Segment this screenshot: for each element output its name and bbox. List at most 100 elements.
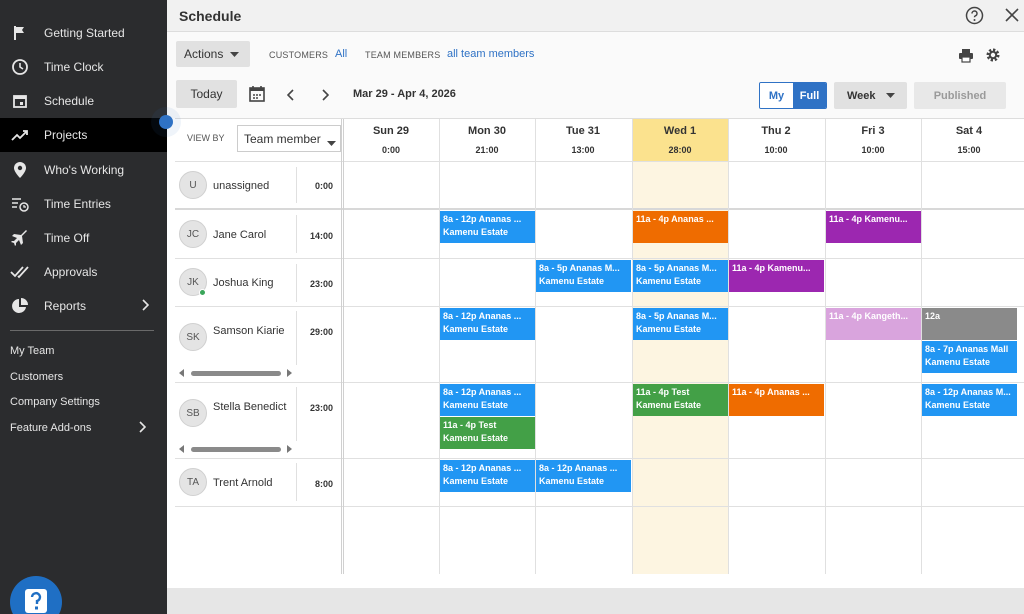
shift-block[interactable]: 8a - 5p Ananas M... Kamenu Estate xyxy=(633,308,728,340)
sidebar-item-time-clock[interactable]: Time Clock xyxy=(0,50,167,84)
shift-location: Kamenu Estate xyxy=(443,227,509,237)
sidebar-link-my-team[interactable]: My Team xyxy=(10,345,54,357)
sidebar-item-schedule[interactable]: Schedule xyxy=(0,84,167,118)
sidebar-link-company-settings[interactable]: Company Settings xyxy=(10,396,100,408)
member-row[interactable]: SK Samson Kiarie 29:00 xyxy=(175,323,341,383)
actions-button[interactable]: Actions xyxy=(176,41,250,67)
customers-label: CUSTOMERS xyxy=(269,50,329,60)
shift-block[interactable]: 11a - 4p Test Kamenu Estate xyxy=(633,384,728,416)
view-by-select[interactable]: Team member xyxy=(237,125,341,152)
sidebar-item-label: Time Clock xyxy=(44,60,104,74)
member-row[interactable]: JK Joshua King 23:00 xyxy=(175,268,341,298)
member-row[interactable]: JC Jane Carol 14:00 xyxy=(175,220,341,250)
member-hours: 23:00 xyxy=(309,279,333,289)
member-hours: 23:00 xyxy=(309,403,333,413)
sidebar-item-label: Schedule xyxy=(44,94,95,108)
member-hours: 29:00 xyxy=(309,327,333,337)
member-name: Samson Kiarie xyxy=(213,325,285,337)
shift-block[interactable]: 11a - 4p Ananas ... xyxy=(729,384,824,416)
sidebar-item-label: Time Entries xyxy=(44,197,111,211)
flag-icon xyxy=(10,23,30,43)
shift-location: Kamenu Estate xyxy=(925,400,991,410)
print-icon[interactable] xyxy=(958,48,974,68)
shift-block[interactable]: 11a - 4p Kamenu... xyxy=(826,211,921,243)
sidebar-link-feature-add-ons[interactable]: Feature Add-ons xyxy=(10,421,147,434)
shift-block[interactable]: 8a - 12p Ananas ... Kamenu Estate xyxy=(536,460,631,492)
day-header: Fri 3 10:00 xyxy=(861,125,885,155)
caret-down-icon xyxy=(885,90,895,102)
shift-title: 8a - 5p Ananas M... xyxy=(636,311,717,321)
shift-block[interactable]: 8a - 12p Ananas M... Kamenu Estate xyxy=(922,384,1017,416)
shift-block[interactable]: 8a - 12p Ananas ... Kamenu Estate xyxy=(440,384,535,416)
calendar-icon xyxy=(10,91,30,111)
shift-title: 8a - 5p Ananas M... xyxy=(539,263,620,273)
sidebar-item-time-off[interactable]: Time Off xyxy=(0,221,167,255)
shift-block[interactable]: 8a - 7p Ananas Mall Kamenu Estate xyxy=(922,341,1017,373)
time-entries-icon xyxy=(10,194,30,214)
horizontal-scrollbar[interactable] xyxy=(179,445,293,453)
today-button[interactable]: Today xyxy=(176,80,237,108)
horizontal-scrollbar[interactable] xyxy=(179,369,293,377)
chevron-left-icon[interactable] xyxy=(286,88,295,106)
shift-block[interactable]: 8a - 12p Ananas ... Kamenu Estate xyxy=(440,460,535,492)
sidebar-divider xyxy=(10,330,154,331)
sidebar-item-approvals[interactable]: Approvals xyxy=(0,255,167,289)
date-range-label: Mar 29 - Apr 4, 2026 xyxy=(353,88,456,100)
shift-block[interactable]: 11a - 4p Ananas ... xyxy=(633,211,728,243)
day-header: Thu 2 10:00 xyxy=(761,125,791,155)
view-my-button[interactable]: My xyxy=(760,83,793,108)
shift-title: 11a - 4p Kamenu... xyxy=(829,214,908,224)
shift-block[interactable]: 8a - 12p Ananas ... Kamenu Estate xyxy=(440,211,535,243)
customers-filter-link[interactable]: All xyxy=(335,48,347,60)
shift-title: 8a - 12p Ananas ... xyxy=(443,463,522,473)
member-row[interactable]: TA Trent Arnold 8:00 xyxy=(175,468,341,498)
avatar: U xyxy=(179,171,207,199)
shift-block[interactable]: 11a - 4p Test Kamenu Estate xyxy=(440,417,535,449)
drag-handle-dot[interactable] xyxy=(159,115,173,129)
schedule-grid: VIEW BY Team member Sun 29 0:00 Mon 30 21:… xyxy=(175,118,1024,574)
day-header: Sun 29 0:00 xyxy=(372,125,410,155)
page-title: Schedule xyxy=(179,8,242,24)
shift-block[interactable]: 11a - 4p Kangeth... xyxy=(826,308,921,340)
clock-icon xyxy=(10,57,30,77)
shift-block[interactable]: 8a - 12p Ananas ... Kamenu Estate xyxy=(440,308,535,340)
help-button[interactable] xyxy=(10,576,62,614)
shift-block[interactable]: 8a - 5p Ananas M... Kamenu Estate xyxy=(633,260,728,292)
shift-location: Kamenu Estate xyxy=(443,324,509,334)
chevron-right-icon[interactable] xyxy=(321,88,330,106)
period-select[interactable]: Week xyxy=(834,82,907,109)
sidebar-item-getting-started[interactable]: Getting Started xyxy=(0,16,167,50)
member-row[interactable]: U unassigned 0:00 xyxy=(175,171,341,201)
team-members-filter-link[interactable]: all team members xyxy=(447,48,534,60)
sidebar-item-projects[interactable]: Projects xyxy=(0,118,167,152)
shift-title: 8a - 12p Ananas M... xyxy=(925,387,1011,397)
day-header: Tue 31 13:00 xyxy=(565,125,601,155)
shift-title: 11a - 4p Ananas ... xyxy=(732,387,810,397)
member-hours: 8:00 xyxy=(314,479,333,489)
shift-location: Kamenu Estate xyxy=(636,324,702,334)
filter-toolbar: Actions CUSTOMERS All TEAM MEMBERS all t… xyxy=(167,32,1024,72)
calendar-picker-icon[interactable] xyxy=(248,85,266,108)
sidebar-item-reports[interactable]: Reports xyxy=(0,289,167,323)
double-check-icon xyxy=(10,262,30,282)
shift-title: 12a xyxy=(925,311,941,321)
avatar: TA xyxy=(179,468,207,496)
close-icon[interactable] xyxy=(1005,8,1019,27)
avatar: SK xyxy=(179,323,207,351)
member-row[interactable]: SB Stella Benedict 23:00 xyxy=(175,399,341,459)
published-button[interactable]: Published xyxy=(914,82,1006,109)
sidebar-item-whos-working[interactable]: Who's Working xyxy=(0,153,167,187)
help-circle-icon[interactable] xyxy=(965,6,984,30)
shift-title: 8a - 5p Ananas M... xyxy=(636,263,717,273)
shift-block[interactable]: 11a - 4p Kamenu... xyxy=(729,260,824,292)
view-full-button[interactable]: Full xyxy=(793,83,826,108)
location-pin-icon xyxy=(10,160,30,180)
shift-block[interactable]: 12a xyxy=(922,308,1017,340)
gear-icon[interactable] xyxy=(985,47,1001,68)
member-name: unassigned xyxy=(213,180,270,192)
shift-block[interactable]: 8a - 5p Ananas M... Kamenu Estate xyxy=(536,260,631,292)
day-header: Mon 30 21:00 xyxy=(468,125,506,155)
member-hours: 0:00 xyxy=(314,181,333,191)
sidebar-link-customers[interactable]: Customers xyxy=(10,371,63,383)
sidebar-item-time-entries[interactable]: Time Entries xyxy=(0,187,167,221)
